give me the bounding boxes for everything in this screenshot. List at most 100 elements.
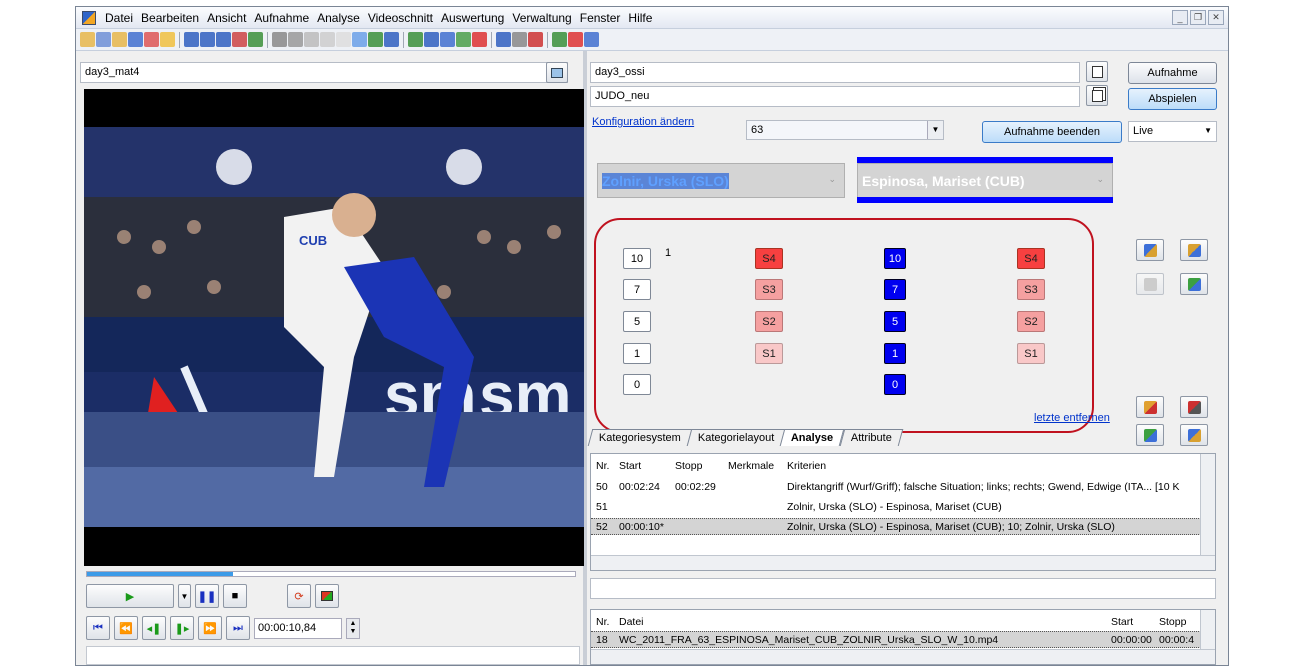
- file-col-start[interactable]: Start: [1111, 616, 1133, 628]
- toolbar-button-icon[interactable]: [144, 32, 159, 47]
- menu-item-videoschnitt[interactable]: Videoschnitt: [364, 11, 437, 25]
- restore-icon[interactable]: ❐: [1190, 10, 1206, 25]
- toolbar-button-icon[interactable]: [232, 32, 247, 47]
- record-button[interactable]: Aufnahme: [1128, 62, 1217, 84]
- side-button-2[interactable]: [1180, 239, 1208, 261]
- play-button[interactable]: ▶: [86, 584, 174, 608]
- skip-start-button[interactable]: ⏮: [86, 616, 110, 640]
- toolbar-button-icon[interactable]: [440, 32, 455, 47]
- table-row-selected[interactable]: 52 00:00:10* Zolnir, Urska (SLO) - Espin…: [591, 518, 1201, 535]
- menu-item-fenster[interactable]: Fenster: [576, 11, 625, 25]
- toolbar-button-icon[interactable]: [96, 32, 111, 47]
- step-forward-button[interactable]: ❚▸: [170, 616, 194, 640]
- toolbar-button-icon[interactable]: [352, 32, 367, 47]
- timeline-slider[interactable]: [86, 571, 576, 577]
- toolbar-button-icon[interactable]: [216, 32, 231, 47]
- toolbar-button-icon[interactable]: [288, 32, 303, 47]
- tab-analyse[interactable]: Analyse: [780, 429, 845, 446]
- toolbar-button-icon[interactable]: [512, 32, 527, 47]
- menu-item-analyse[interactable]: Analyse: [313, 11, 364, 25]
- save-session-button[interactable]: [1086, 61, 1108, 82]
- menu-item-verwaltung[interactable]: Verwaltung: [508, 11, 575, 25]
- session-field[interactable]: day3_ossi: [590, 62, 1080, 83]
- delete-entry-button[interactable]: [1180, 396, 1208, 418]
- toolbar-button-icon[interactable]: [456, 32, 471, 47]
- time-input[interactable]: 00:00:10,84: [254, 617, 342, 639]
- toolbar-button-icon[interactable]: [128, 32, 143, 47]
- toolbar-button-icon[interactable]: [552, 32, 567, 47]
- step-back-button[interactable]: ◂❚: [142, 616, 166, 640]
- toolbar-button-icon[interactable]: [112, 32, 127, 47]
- toolbar-button-icon[interactable]: [160, 32, 175, 47]
- tab-attribute[interactable]: Attribute: [839, 429, 903, 446]
- side-button-3[interactable]: [1136, 273, 1164, 295]
- table-row[interactable]: 50 00:02:24 00:02:29 Direktangriff (Wurf…: [591, 479, 1201, 496]
- col-nr[interactable]: Nr.: [596, 460, 609, 472]
- table-row[interactable]: 51 Zolnir, Urska (SLO) - Espinosa, Maris…: [591, 499, 1201, 516]
- toolbar-button-icon[interactable]: [184, 32, 199, 47]
- col-stopp[interactable]: Stopp: [675, 460, 702, 472]
- menu-item-aufnahme[interactable]: Aufnahme: [250, 11, 313, 25]
- toolbar-button-icon[interactable]: [384, 32, 399, 47]
- time-spinner[interactable]: ▲ ▼: [346, 617, 360, 639]
- play-mode-button[interactable]: Abspielen: [1128, 88, 1217, 110]
- toolbar-button-icon[interactable]: [408, 32, 423, 47]
- col-start[interactable]: Start: [619, 460, 641, 472]
- toolbar-button-icon[interactable]: [528, 32, 543, 47]
- vertical-scrollbar[interactable]: [1200, 454, 1215, 557]
- file-vertical-scrollbar[interactable]: [1200, 610, 1215, 651]
- edit-system-button[interactable]: [1086, 85, 1108, 106]
- category-system-field[interactable]: JUDO_neu: [590, 86, 1080, 107]
- toolbar-button-icon[interactable]: [80, 32, 95, 47]
- menu-item-datei[interactable]: Datei: [101, 11, 137, 25]
- col-kriterien[interactable]: Kriterien: [787, 460, 826, 472]
- side-button-1[interactable]: [1136, 239, 1164, 261]
- menu-item-auswertung[interactable]: Auswertung: [437, 11, 508, 25]
- export-button[interactable]: [1136, 424, 1164, 446]
- mode-select[interactable]: Live ▼: [1128, 121, 1217, 142]
- file-col-datei[interactable]: Datei: [619, 616, 644, 628]
- pause-button[interactable]: ❚❚: [195, 584, 219, 608]
- toolbar-button-icon[interactable]: [200, 32, 215, 47]
- import-button[interactable]: [1180, 424, 1208, 446]
- side-button-4[interactable]: [1180, 273, 1208, 295]
- toolbar-button-icon[interactable]: [368, 32, 383, 47]
- toolbar-button-icon[interactable]: [336, 32, 351, 47]
- toolbar-button-icon[interactable]: [424, 32, 439, 47]
- weight-select[interactable]: 63 ▼: [746, 120, 944, 140]
- toolbar-button-icon[interactable]: [272, 32, 287, 47]
- file-horizontal-scrollbar[interactable]: [591, 649, 1215, 664]
- close-icon[interactable]: ✕: [1208, 10, 1224, 25]
- file-col-nr[interactable]: Nr.: [596, 616, 609, 628]
- fast-forward-button[interactable]: ⏩: [198, 616, 222, 640]
- end-recording-button[interactable]: Aufnahme beenden: [982, 121, 1122, 143]
- athlete-white-select[interactable]: Zolnir, Urska (SLO) ⌄: [597, 163, 845, 198]
- config-change-link[interactable]: Konfiguration ändern: [592, 116, 694, 128]
- athlete-blue-select[interactable]: Espinosa, Mariset (CUB) ⌄: [857, 163, 1113, 198]
- note-field[interactable]: [590, 578, 1216, 599]
- tab-kategoriesystem[interactable]: Kategoriesystem: [587, 429, 693, 446]
- rewind-button[interactable]: ⏪: [114, 616, 138, 640]
- toolbar-button-icon[interactable]: [248, 32, 263, 47]
- menu-item-bearbeiten[interactable]: Bearbeiten: [137, 11, 203, 25]
- menu-item-hilfe[interactable]: Hilfe: [624, 11, 656, 25]
- toolbar-button-icon[interactable]: [304, 32, 319, 47]
- skip-end-button[interactable]: ⏭: [226, 616, 250, 640]
- minimize-icon[interactable]: _: [1172, 10, 1188, 25]
- col-merkmale[interactable]: Merkmale: [728, 460, 774, 472]
- video-window-button[interactable]: [546, 62, 568, 83]
- toolbar-button-icon[interactable]: [496, 32, 511, 47]
- toolbar-button-icon[interactable]: [472, 32, 487, 47]
- toolbar-button-icon[interactable]: [568, 32, 583, 47]
- file-col-stopp[interactable]: Stopp: [1159, 616, 1186, 628]
- refresh-button[interactable]: ⟳: [287, 584, 311, 608]
- remove-last-link[interactable]: letzte entfernen: [1034, 412, 1110, 424]
- play-dropdown-button[interactable]: ▼: [178, 584, 191, 608]
- tab-kategorielayout[interactable]: Kategorielayout: [686, 429, 786, 446]
- video-player[interactable]: sm sm judo CUB: [84, 89, 584, 566]
- toolbar-button-icon[interactable]: [584, 32, 599, 47]
- toolbar-button-icon[interactable]: [320, 32, 335, 47]
- horizontal-scrollbar[interactable]: [591, 555, 1215, 570]
- add-entry-button[interactable]: [1136, 396, 1164, 418]
- stop-button[interactable]: ■: [223, 584, 247, 608]
